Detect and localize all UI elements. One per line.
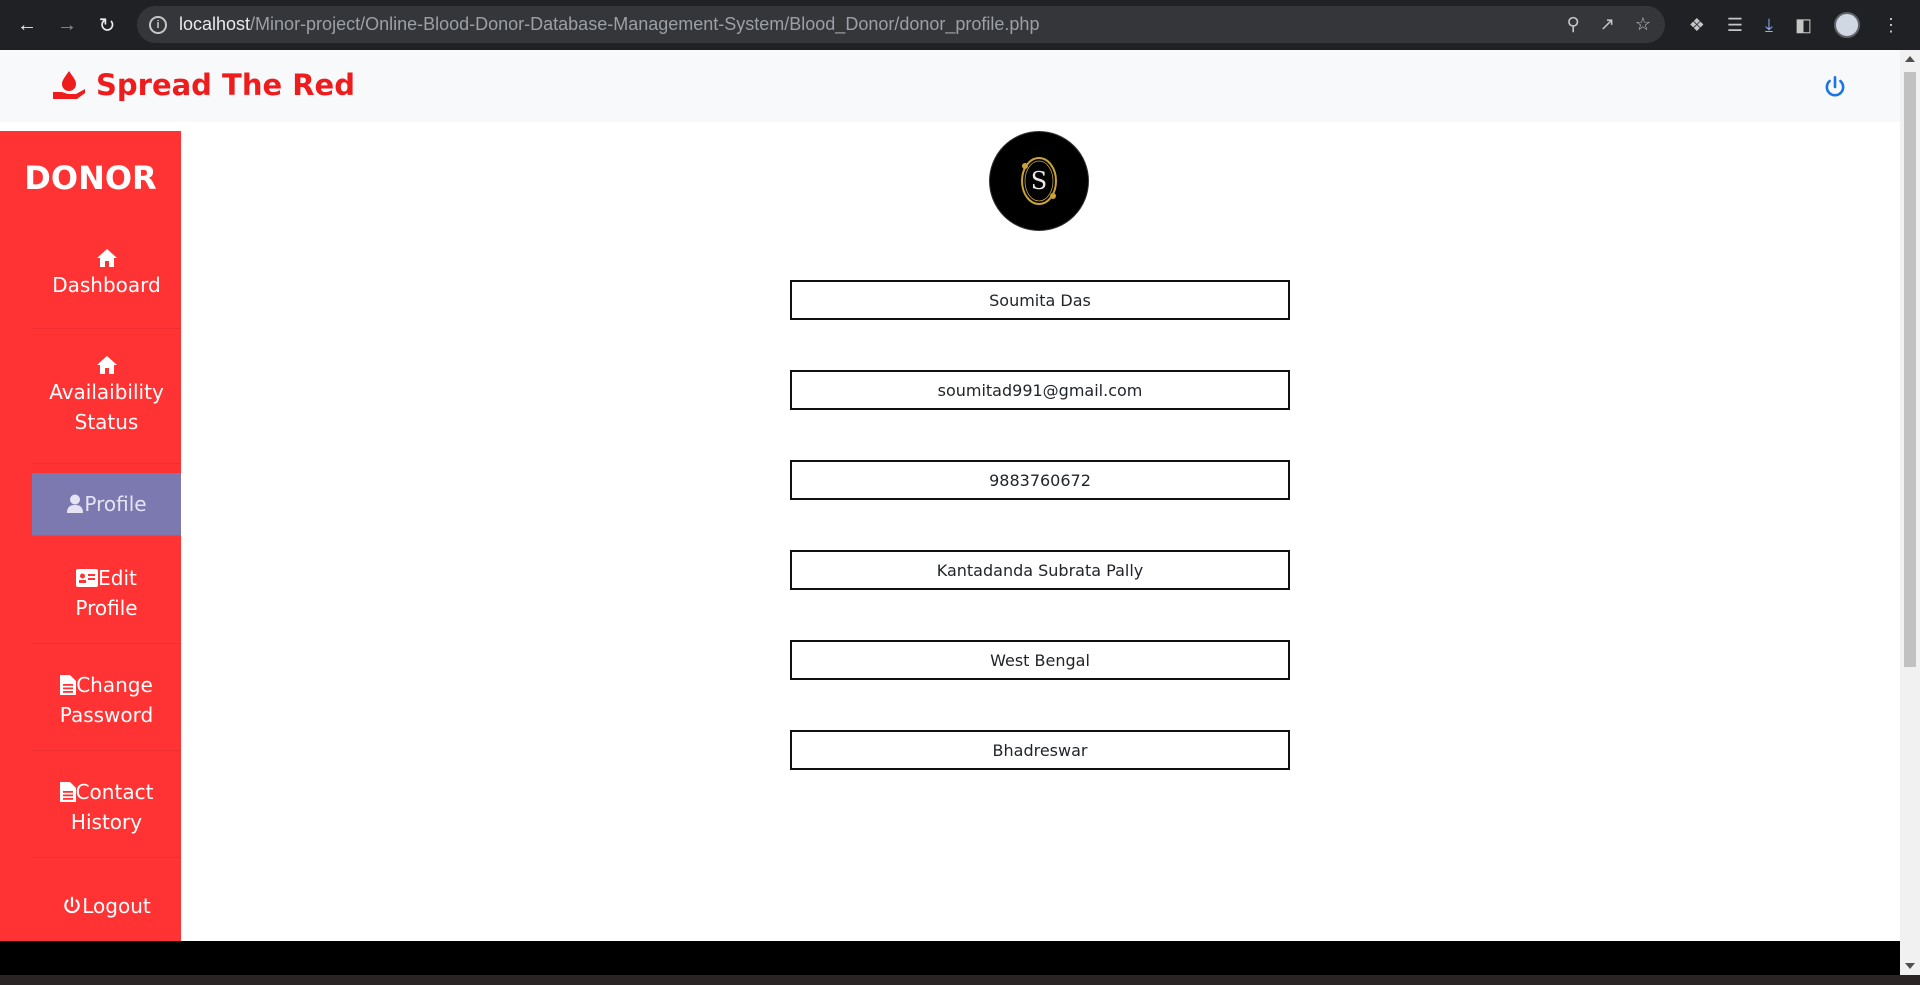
- menu-dots-icon[interactable]: ⋮: [1882, 15, 1900, 36]
- url-host: localhost: [179, 14, 251, 34]
- site-info-icon[interactable]: i: [149, 15, 167, 34]
- brand-logo[interactable]: Spread The Red: [52, 68, 355, 102]
- sidebar-item-label: Contact: [75, 780, 154, 804]
- city-field[interactable]: Bhadreswar: [790, 730, 1290, 770]
- sidebar-item-contact-history[interactable]: Contact History: [32, 777, 181, 858]
- sidebar-item-label: Dashboard: [52, 273, 161, 297]
- sidebar-item-label-line2: Status: [74, 410, 139, 434]
- reload-icon[interactable]: ↻: [87, 5, 127, 45]
- extensions-icon[interactable]: ❖: [1689, 15, 1705, 36]
- scrollbar-thumb[interactable]: [1904, 72, 1916, 667]
- brand-name: Spread The Red: [96, 68, 355, 102]
- sidebar-item-availability-status[interactable]: Availaibility Status: [32, 353, 181, 464]
- url-text[interactable]: localhost/Minor-project/Online-Blood-Don…: [179, 14, 1039, 35]
- zoom-icon[interactable]: ⚲: [1567, 14, 1580, 35]
- sidebar-item-logout[interactable]: Logout: [32, 886, 181, 926]
- file-icon: [59, 782, 76, 802]
- scroll-down-arrow-icon[interactable]: [1905, 963, 1915, 969]
- omnibox-actions: ⚲ ↗ ☆: [1567, 6, 1651, 43]
- download-icon[interactable]: ⤓: [1765, 15, 1773, 36]
- power-icon: [64, 896, 80, 914]
- user-icon: [67, 494, 84, 513]
- sidebar-item-label-line2: History: [70, 810, 143, 834]
- sidebar-item-label: Change: [76, 673, 153, 697]
- url-path: /Minor-project/Online-Blood-Donor-Databa…: [250, 14, 1040, 34]
- file-icon: [60, 675, 77, 695]
- address-field[interactable]: Kantadanda Subrata Pally: [790, 550, 1290, 590]
- blood-drop-hand-icon: [53, 71, 85, 99]
- extension-area: ❖ ☰ ⤓ ◧ ⋮: [1689, 0, 1900, 50]
- bookmark-star-icon[interactable]: ☆: [1635, 14, 1651, 35]
- profile-avatar-icon[interactable]: [1834, 12, 1860, 38]
- sidebar-item-label: Edit: [98, 566, 137, 590]
- address-bar[interactable]: i localhost/Minor-project/Online-Blood-D…: [137, 6, 1665, 43]
- sidebar-item-label-line2: Password: [59, 703, 154, 727]
- email-field[interactable]: soumitad991@gmail.com: [790, 370, 1290, 410]
- browser-toolbar: ← → ↻ i localhost/Minor-project/Online-B…: [0, 0, 1920, 50]
- monogram-logo: S: [1021, 157, 1057, 205]
- back-arrow-icon[interactable]: ←: [7, 5, 47, 45]
- media-queue-icon[interactable]: ☰: [1727, 15, 1743, 36]
- sidebar-item-label: Logout: [82, 894, 151, 918]
- id-card-icon: [76, 569, 99, 587]
- state-field[interactable]: West Bengal: [790, 640, 1290, 680]
- sidebar-item-change-password[interactable]: Change Password: [32, 670, 181, 751]
- os-taskbar: [0, 975, 1920, 985]
- sidebar-title: DONOR: [24, 159, 157, 197]
- avatar-letter: S: [1031, 167, 1047, 195]
- scroll-up-arrow-icon[interactable]: [1905, 56, 1915, 62]
- home-icon: [96, 249, 117, 267]
- sidebar-item-label-line2: Profile: [75, 596, 138, 620]
- sidebar-item-label: Availaibility: [49, 380, 164, 404]
- power-icon[interactable]: [1822, 74, 1848, 100]
- sidebar-item-edit-profile[interactable]: Edit Profile: [32, 563, 181, 644]
- home-icon: [96, 356, 117, 374]
- footer-bar: [0, 941, 1900, 975]
- sidebar-item-label: Profile: [84, 492, 147, 516]
- app-header: Spread The Red: [0, 50, 1900, 122]
- sidebar-item-dashboard[interactable]: Dashboard: [32, 246, 181, 329]
- page-scrollbar[interactable]: [1900, 50, 1920, 975]
- forward-arrow-icon[interactable]: →: [47, 5, 87, 45]
- share-icon[interactable]: ↗: [1600, 14, 1615, 35]
- side-panel-icon[interactable]: ◧: [1795, 15, 1812, 36]
- phone-field[interactable]: 9883760672: [790, 460, 1290, 500]
- name-field[interactable]: Soumita Das: [790, 280, 1290, 320]
- sidebar-item-profile[interactable]: Profile: [32, 473, 181, 536]
- sidebar: DONOR Dashboard Availaibility Status Pro…: [0, 131, 181, 941]
- profile-avatar: S: [989, 131, 1089, 231]
